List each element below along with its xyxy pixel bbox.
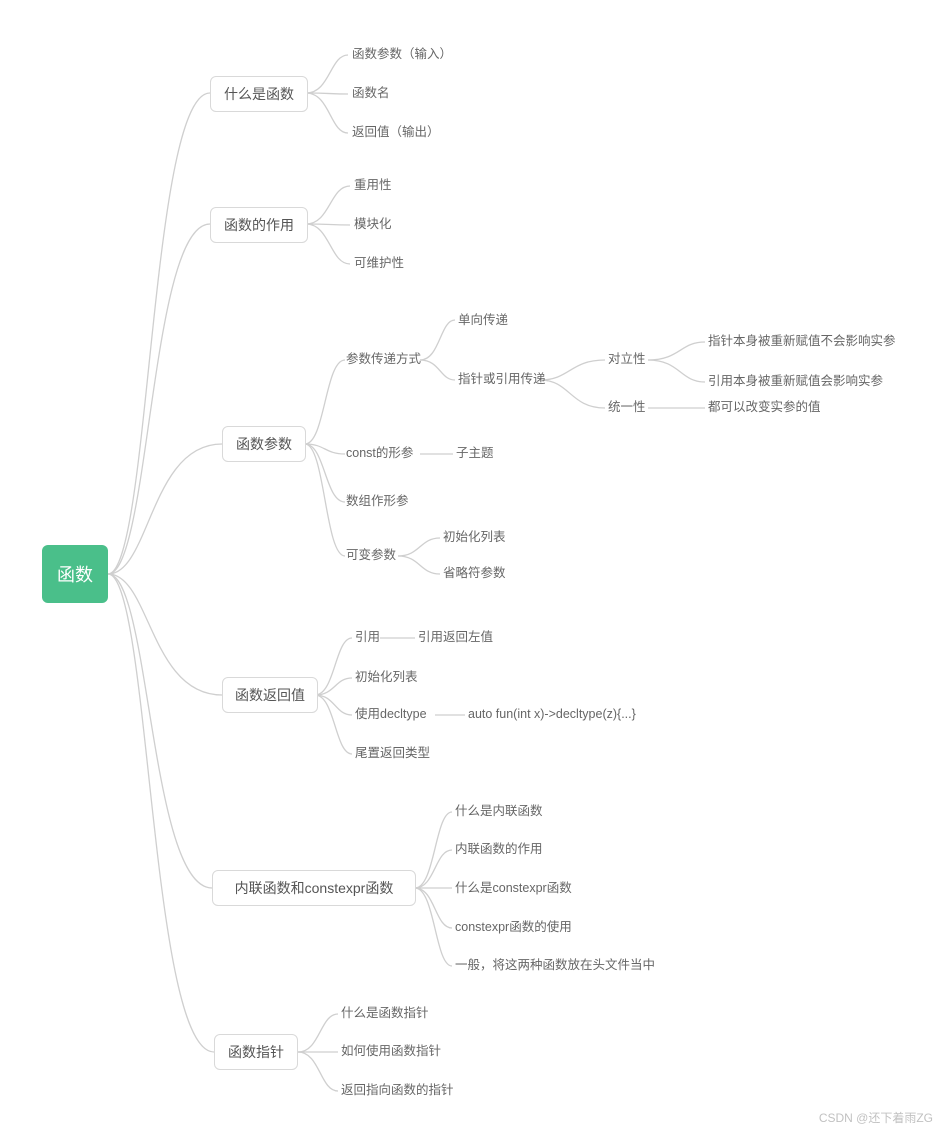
- leaf-b4-ref: 引用: [355, 631, 380, 644]
- leaf-b3-duality-0: 指针本身被重新赋值不会影响实参: [708, 335, 896, 348]
- leaf-b5-0: 什么是内联函数: [455, 805, 543, 818]
- leaf-b6-0: 什么是函数指针: [341, 1007, 429, 1020]
- leaf-b4-initlist: 初始化列表: [355, 671, 418, 684]
- leaf-b6-2: 返回指向函数的指针: [341, 1084, 454, 1097]
- leaf-b3-varargs-1: 省略符参数: [443, 567, 506, 580]
- leaf-b3-duality: 对立性: [608, 353, 646, 366]
- leaf-b3-duality-1: 引用本身被重新赋值会影响实参: [708, 375, 883, 388]
- leaf-b3-unity-leaf: 都可以改变实参的值: [708, 401, 821, 414]
- leaf-b1-0: 函数参数（输入）: [352, 48, 452, 61]
- leaf-b1-1: 函数名: [352, 87, 390, 100]
- branch-what-is-function[interactable]: 什么是函数: [210, 76, 308, 112]
- leaf-b5-3: constexpr函数的使用: [455, 921, 572, 934]
- leaf-b3-const: const的形参: [346, 447, 413, 460]
- leaf-b3-ptrref: 指针或引用传递: [458, 373, 546, 386]
- leaf-b5-4: 一般，将这两种函数放在头文件当中: [455, 959, 655, 972]
- leaf-b3-const-leaf: 子主题: [456, 447, 494, 460]
- leaf-b1-2: 返回值（输出）: [352, 126, 440, 139]
- leaf-b4-decltype-leaf: auto fun(int x)->decltype(z){...}: [468, 708, 636, 721]
- leaf-b5-1: 内联函数的作用: [455, 843, 543, 856]
- leaf-b4-decltype: 使用decltype: [355, 708, 427, 721]
- leaf-b3-unity: 统一性: [608, 401, 646, 414]
- leaf-b6-1: 如何使用函数指针: [341, 1045, 441, 1058]
- leaf-b2-1: 模块化: [354, 218, 392, 231]
- leaf-b3-oneway: 单向传递: [458, 314, 508, 327]
- branch-function-return[interactable]: 函数返回值: [222, 677, 318, 713]
- leaf-b3-varargs: 可变参数: [346, 549, 396, 562]
- leaf-b2-2: 可维护性: [354, 257, 404, 270]
- leaf-b2-0: 重用性: [354, 179, 392, 192]
- branch-inline-constexpr[interactable]: 内联函数和constexpr函数: [212, 870, 416, 906]
- leaf-b3-varargs-0: 初始化列表: [443, 531, 506, 544]
- leaf-b3-passmode: 参数传递方式: [346, 353, 421, 366]
- watermark: CSDN @还下着雨ZG: [819, 1109, 933, 1126]
- branch-function-role[interactable]: 函数的作用: [210, 207, 308, 243]
- leaf-b4-trailing: 尾置返回类型: [355, 747, 430, 760]
- leaf-b3-array: 数组作形参: [346, 495, 409, 508]
- branch-function-pointer[interactable]: 函数指针: [214, 1034, 298, 1070]
- leaf-b4-ref-leaf: 引用返回左值: [418, 631, 493, 644]
- branch-function-params[interactable]: 函数参数: [222, 426, 306, 462]
- leaf-b5-2: 什么是constexpr函数: [455, 882, 572, 895]
- root-node[interactable]: 函数: [42, 545, 108, 603]
